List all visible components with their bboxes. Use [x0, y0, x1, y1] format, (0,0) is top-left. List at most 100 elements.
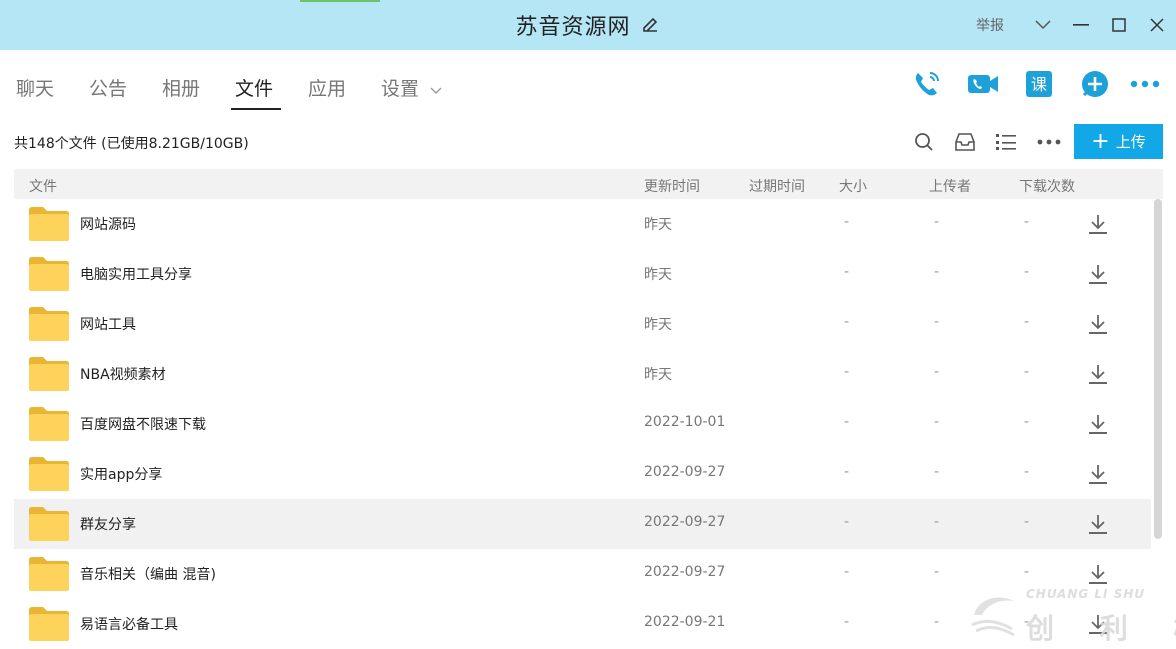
upload-button[interactable]: + 上传 — [1074, 124, 1163, 159]
tab-apps[interactable]: 应用 — [308, 74, 346, 101]
download-icon[interactable] — [1086, 262, 1110, 286]
file-updated: 昨天 — [644, 217, 672, 233]
folder-icon — [28, 256, 70, 292]
folder-icon — [28, 456, 70, 492]
column-updated[interactable]: 更新时间 — [644, 176, 700, 196]
file-expires: - — [844, 464, 850, 480]
file-name[interactable]: 群友分享 — [80, 514, 136, 534]
video-icon[interactable] — [966, 67, 1000, 101]
table-row[interactable]: 电脑实用工具分享 昨天 - - - — [14, 249, 1151, 299]
table-row[interactable]: 网站工具 昨天 - - - — [14, 299, 1151, 349]
download-icon[interactable] — [1086, 362, 1110, 386]
watermark-latin: CHUANG LI SHU — [1026, 587, 1146, 601]
file-uploader: - — [1024, 264, 1030, 280]
folder-icon — [28, 506, 70, 542]
chevron-down-icon[interactable] — [1024, 0, 1062, 50]
folder-icon — [28, 606, 70, 642]
title-bar: 苏音资源网 举报 — [0, 0, 1176, 50]
download-icon[interactable] — [1086, 412, 1110, 436]
file-expires: - — [844, 264, 850, 280]
folder-icon — [28, 206, 70, 242]
phone-icon[interactable] — [910, 67, 944, 101]
maximize-button[interactable] — [1100, 0, 1138, 50]
file-size: - — [934, 514, 940, 530]
scroll-thumb[interactable] — [1154, 199, 1162, 539]
list-view-icon[interactable] — [992, 128, 1020, 156]
file-name[interactable]: 百度网盘不限速下载 — [80, 414, 206, 434]
table-row[interactable]: 实用app分享 2022-09-27 - - - — [14, 449, 1151, 499]
add-icon[interactable] — [1078, 67, 1112, 101]
file-name[interactable]: 实用app分享 — [80, 464, 162, 484]
file-size: - — [934, 314, 940, 330]
class-icon[interactable]: 课 — [1022, 67, 1056, 101]
column-expires[interactable]: 过期时间 — [749, 176, 805, 196]
file-size: - — [934, 264, 940, 280]
scrollbar[interactable] — [1153, 199, 1163, 649]
file-name[interactable]: 音乐相关（编曲 混音) — [80, 564, 216, 584]
file-name[interactable]: 易语言必备工具 — [80, 614, 178, 634]
more-options-icon[interactable] — [1035, 128, 1063, 156]
upload-label: 上传 — [1115, 133, 1146, 151]
file-uploader: - — [1024, 564, 1030, 580]
file-size: - — [934, 364, 940, 380]
download-icon[interactable] — [1086, 212, 1110, 236]
file-name[interactable]: 网站工具 — [80, 314, 136, 334]
table-row[interactable]: 群友分享 2022-09-27 - - - — [14, 499, 1151, 549]
table-row[interactable]: 百度网盘不限速下载 2022-10-01 - - - — [14, 399, 1151, 449]
search-icon[interactable] — [910, 128, 938, 156]
table-header: 文件 更新时间 过期时间 大小 上传者 下载次数 — [14, 169, 1163, 199]
file-uploader: - — [1024, 414, 1030, 430]
file-updated: 2022-09-27 — [644, 514, 726, 530]
file-updated: 昨天 — [644, 367, 672, 383]
column-uploader[interactable]: 上传者 — [929, 176, 971, 196]
tab-files[interactable]: 文件 — [235, 74, 273, 101]
download-icon[interactable] — [1086, 462, 1110, 486]
file-expires: - — [844, 414, 850, 430]
file-updated: 2022-09-21 — [644, 614, 726, 630]
file-name[interactable]: NBA视频素材 — [80, 364, 166, 384]
minimize-button[interactable] — [1062, 0, 1100, 50]
column-downloads[interactable]: 下载次数 — [1019, 176, 1075, 196]
file-expires: - — [844, 564, 850, 580]
watermark-logo: CHUANG LI SHU 创 利 树 — [968, 585, 1176, 645]
file-size: - — [934, 464, 940, 480]
file-uploader: - — [1024, 214, 1030, 230]
download-icon[interactable] — [1086, 562, 1110, 586]
file-uploader: - — [1024, 514, 1030, 530]
file-summary: 共148个文件 (已使用8.21GB/10GB) — [14, 136, 249, 152]
file-name[interactable]: 网站源码 — [80, 214, 136, 234]
column-file[interactable]: 文件 — [29, 176, 57, 196]
download-icon[interactable] — [1086, 312, 1110, 336]
table-row[interactable]: NBA视频素材 昨天 - - - — [14, 349, 1151, 399]
tab-announcements[interactable]: 公告 — [89, 74, 127, 101]
tab-chat[interactable]: 聊天 — [16, 74, 54, 101]
download-icon[interactable] — [1086, 512, 1110, 536]
file-size: - — [934, 214, 940, 230]
file-updated: 2022-09-27 — [644, 564, 726, 580]
file-updated: 2022-09-27 — [644, 464, 726, 480]
report-button[interactable]: 举报 — [976, 15, 1004, 35]
table-row[interactable]: 网站源码 昨天 - - - — [14, 199, 1151, 249]
file-uploader: - — [1024, 364, 1030, 380]
tab-settings[interactable]: 设置 — [381, 74, 419, 101]
edit-title-icon[interactable] — [639, 14, 661, 36]
tab-album[interactable]: 相册 — [162, 74, 200, 101]
folder-icon — [28, 356, 70, 392]
active-tab-indicator — [231, 108, 281, 110]
file-size: - — [934, 414, 940, 430]
close-button[interactable] — [1138, 0, 1176, 50]
file-updated: 昨天 — [644, 267, 672, 283]
window-title: 苏音资源网 — [515, 15, 631, 40]
file-expires: - — [844, 514, 850, 530]
file-size: - — [934, 614, 940, 630]
file-updated: 昨天 — [644, 317, 672, 333]
inbox-icon[interactable] — [951, 128, 979, 156]
more-icon[interactable] — [1128, 67, 1162, 101]
column-size[interactable]: 大小 — [839, 176, 867, 196]
file-name[interactable]: 电脑实用工具分享 — [80, 264, 192, 284]
file-uploader: - — [1024, 314, 1030, 330]
settings-chevron-icon[interactable] — [430, 80, 442, 99]
file-uploader: - — [1024, 464, 1030, 480]
folder-icon — [28, 556, 70, 592]
file-expires: - — [844, 214, 850, 230]
